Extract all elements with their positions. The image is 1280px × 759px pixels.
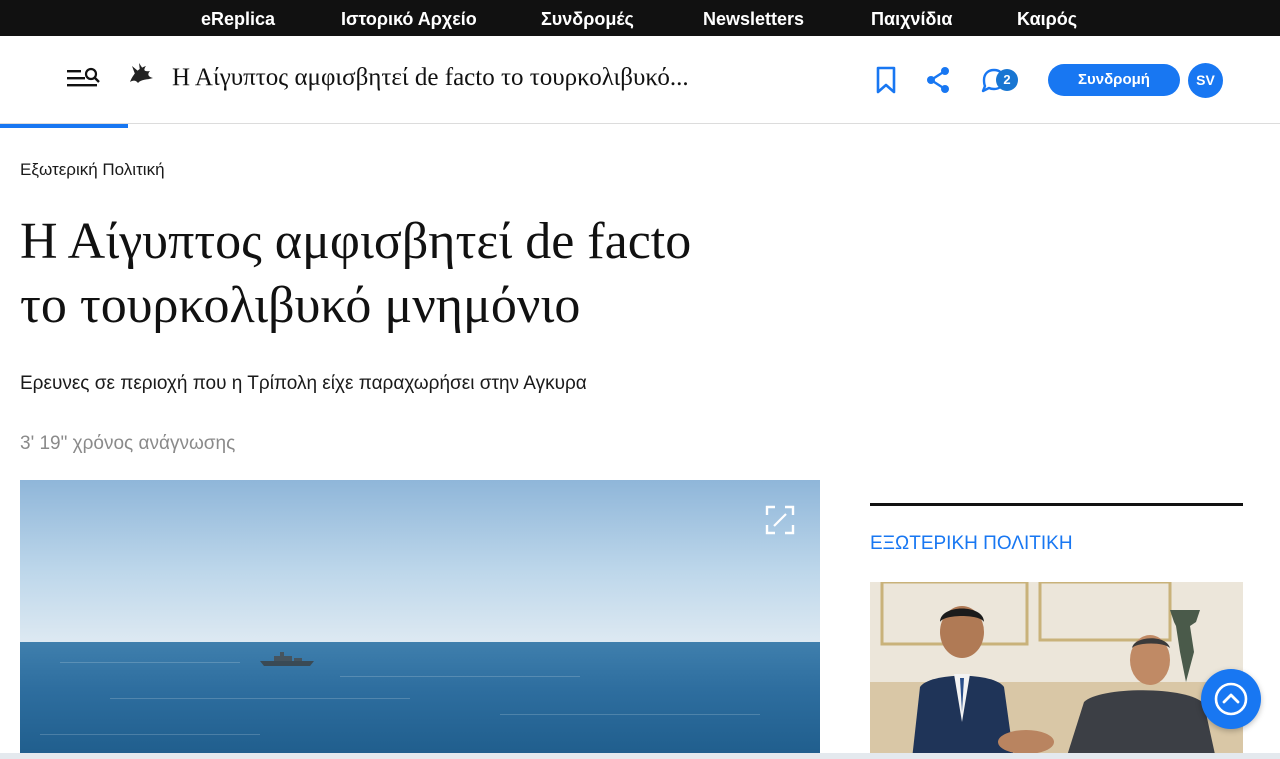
menu-search-icon[interactable] [64, 64, 104, 94]
ship-silhouette-icon [260, 652, 314, 666]
hero-image[interactable] [20, 480, 820, 759]
reading-progress-bar [0, 124, 128, 128]
hero-sky [20, 480, 820, 642]
top-nav-games[interactable]: Παιχνίδια [871, 0, 952, 36]
article-headline: Η Αίγυπτος αμφισβητεί de facto το τουρκο… [20, 210, 840, 338]
share-icon[interactable] [922, 64, 954, 96]
subscribe-button[interactable]: Συνδρομή [1048, 64, 1180, 96]
sidebar-divider [870, 503, 1243, 506]
article-subtitle: Ερευνες σε περιοχή που η Τρίπολη είχε πα… [20, 373, 587, 394]
article-category[interactable]: Εξωτερική Πολιτική [20, 160, 165, 180]
user-avatar[interactable]: SV [1188, 63, 1223, 98]
scroll-to-top-button[interactable] [1201, 669, 1261, 729]
top-nav-archive[interactable]: Ιστορικό Αρχείο [341, 0, 477, 36]
header-article-title: Η Αίγυπτος αμφισβητεί de facto το τουρκο… [172, 64, 689, 91]
sidebar-category[interactable]: ΕΞΩΤΕΡΙΚΗ ΠΟΛΙΤΙΚΗ [870, 533, 1073, 555]
top-nav-newsletters[interactable]: Newsletters [703, 0, 804, 36]
comment-count-badge[interactable]: 2 [996, 69, 1018, 91]
top-nav-ereplica[interactable]: eReplica [201, 0, 275, 36]
chevron-up-icon [1214, 682, 1248, 716]
headline-line-1: Η Αίγυπτος αμφισβητεί de facto [20, 213, 692, 270]
hero-sea [20, 642, 820, 759]
top-nav-weather[interactable]: Καιρός [1017, 0, 1077, 36]
top-nav-subscriptions[interactable]: Συνδρομές [541, 0, 634, 36]
bird-logo-icon[interactable] [126, 60, 156, 90]
headline-line-2: το τουρκολιβυκό μνημόνιο [20, 277, 581, 334]
bottom-strip [0, 753, 1280, 759]
sidebar-article-image[interactable] [870, 582, 1243, 759]
bookmark-icon[interactable] [870, 64, 902, 96]
top-nav-bar: eReplica Ιστορικό Αρχείο Συνδρομές Newsl… [0, 0, 1280, 36]
expand-image-icon[interactable] [764, 504, 796, 536]
reading-time: 3' 19" χρόνος ανάγνωσης [20, 433, 236, 454]
article-header: Η Αίγυπτος αμφισβητεί de facto το τουρκο… [0, 36, 1280, 124]
